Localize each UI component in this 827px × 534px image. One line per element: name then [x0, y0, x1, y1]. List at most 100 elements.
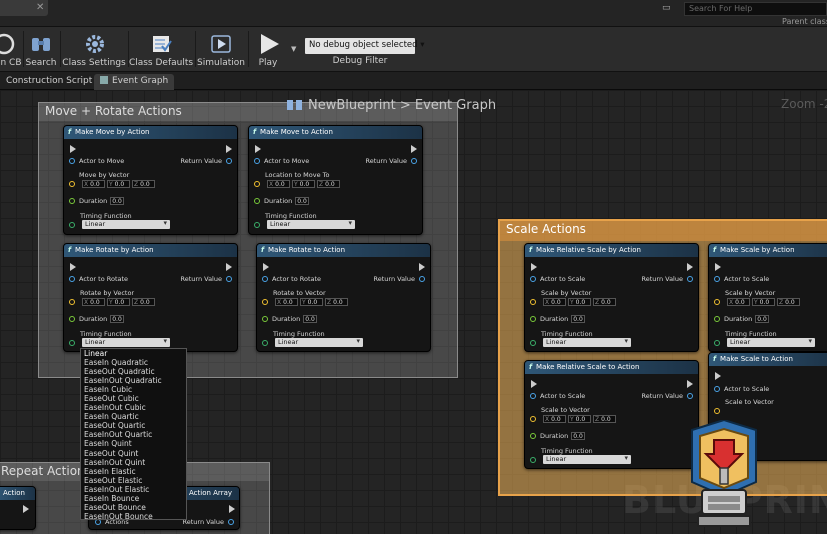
- pin-return-value[interactable]: Return Value: [181, 275, 232, 283]
- node-make-relative-scale-by-action[interactable]: f Make Relative Scale by Action Actor to …: [524, 243, 699, 352]
- exec-in-pin[interactable]: [531, 380, 537, 388]
- vector-input[interactable]: X 0.0 Y 0.0 Z 0.0: [267, 180, 342, 188]
- vector-input[interactable]: X 0.0 Y 0.0 Z 0.0: [727, 298, 802, 306]
- exec-in-pin[interactable]: [255, 145, 261, 153]
- node-make-move-to-action[interactable]: f Make Move to Action Actor to Move Retur…: [248, 125, 423, 235]
- exec-out-pin[interactable]: [419, 263, 425, 271]
- timing-function-combo-open[interactable]: Linear: [82, 337, 170, 347]
- vector-y-field[interactable]: Y 0.0: [568, 415, 591, 423]
- tab-event-graph[interactable]: Event Graph: [94, 74, 175, 90]
- pin-actor-to-scale[interactable]: Actor to Scale: [530, 392, 585, 400]
- timing-function-combo[interactable]: Linear: [82, 219, 170, 229]
- exec-out-pin[interactable]: [687, 263, 693, 271]
- document-tab[interactable]: ✕: [0, 0, 48, 16]
- node-make-relative-scale-to-action[interactable]: f Make Relative Scale to Action Actor to …: [524, 360, 699, 469]
- vector-x-field[interactable]: X 0.0: [727, 298, 750, 306]
- pin-return-value[interactable]: Return Value: [183, 518, 234, 526]
- vector-x-field[interactable]: X 0.0: [267, 180, 290, 188]
- vector-x-field[interactable]: X 0.0: [82, 298, 105, 306]
- timing-option[interactable]: EaseOut Bounce: [81, 503, 186, 512]
- node-make-scale-by-action[interactable]: f Make Scale by Action Actor to Scale Sca…: [708, 243, 827, 352]
- timing-function-combo[interactable]: Linear: [543, 454, 631, 464]
- timing-option[interactable]: Linear: [81, 349, 186, 358]
- close-icon[interactable]: ✕: [36, 2, 44, 13]
- node-make-rotate-by-action[interactable]: f Make Rotate by Action Actor to Rotate R…: [63, 243, 238, 352]
- vector-z-field[interactable]: Z 0.0: [325, 298, 348, 306]
- class-defaults-button[interactable]: Class Defaults: [129, 27, 193, 72]
- timing-option[interactable]: EaseInOut Quint: [81, 458, 186, 467]
- pin-duration[interactable]: Duration 0.0: [530, 315, 586, 323]
- vector-y-field[interactable]: Y 0.0: [292, 180, 315, 188]
- duration-field[interactable]: 0.0: [571, 315, 586, 323]
- exec-out-pin[interactable]: [23, 505, 29, 513]
- vector-input[interactable]: X 0.0 Y 0.0 Z 0.0: [543, 298, 618, 306]
- vector-input[interactable]: X 0.0 Y 0.0 Z 0.0: [82, 180, 157, 188]
- timing-option[interactable]: EaseIn Quadratic: [81, 358, 186, 367]
- tab-construction-script[interactable]: Construction Script: [0, 74, 98, 90]
- pin-actor-to-rotate[interactable]: Actor to Rotate: [69, 275, 128, 283]
- vector-y-field[interactable]: Y 0.0: [107, 180, 130, 188]
- exec-out-pin[interactable]: [687, 380, 693, 388]
- pin-return-value[interactable]: Return Value: [374, 275, 425, 283]
- search-button[interactable]: Search: [26, 27, 56, 72]
- pin-actor-to-move[interactable]: Actor to Move: [254, 157, 309, 165]
- vector-z-field[interactable]: Z 0.0: [593, 298, 616, 306]
- timing-option[interactable]: EaseInOut Quartic: [81, 430, 186, 439]
- event-graph-canvas[interactable]: BLUEPRINT Move + Rotate Actions Scale Ac…: [0, 90, 827, 534]
- pin-actor-to-scale[interactable]: Actor to Scale: [714, 275, 769, 283]
- vector-input[interactable]: X 0.0 Y 0.0 Z 0.0: [275, 298, 350, 306]
- vector-x-field[interactable]: X 0.0: [543, 415, 566, 423]
- vector-z-field[interactable]: Z 0.0: [777, 298, 800, 306]
- vector-x-field[interactable]: X 0.0: [543, 298, 566, 306]
- vector-input[interactable]: X 0.0 Y 0.0 Z 0.0: [543, 415, 618, 423]
- timing-option[interactable]: EaseIn Elastic: [81, 467, 186, 476]
- exec-out-pin[interactable]: [229, 505, 235, 513]
- node-make-move-by-action[interactable]: f Make Move by Action Actor to Move Retur…: [63, 125, 238, 235]
- vector-z-field[interactable]: Z 0.0: [132, 180, 155, 188]
- pin-actor-to-rotate[interactable]: Actor to Rotate: [262, 275, 321, 283]
- debug-object-select[interactable]: No debug object selected ▾: [305, 38, 425, 54]
- timing-option[interactable]: EaseOut Cubic: [81, 394, 186, 403]
- timing-option[interactable]: EaseInOut Elastic: [81, 485, 186, 494]
- timing-option[interactable]: EaseIn Bounce: [81, 494, 186, 503]
- class-settings-button[interactable]: Class Settings: [62, 27, 126, 72]
- pin-actor-to-scale[interactable]: Actor to Scale: [530, 275, 585, 283]
- play-options-chevron-icon[interactable]: ▼: [291, 45, 296, 53]
- node-action-partial[interactable]: Action: [0, 486, 36, 530]
- pin-return-value[interactable]: Return Value: [181, 157, 232, 165]
- play-button[interactable]: Play: [252, 27, 284, 72]
- exec-in-pin[interactable]: [263, 263, 269, 271]
- vector-y-field[interactable]: Y 0.0: [300, 298, 323, 306]
- timing-option[interactable]: EaseOut Quadratic: [81, 367, 186, 376]
- pin-duration[interactable]: Duration 0.0: [254, 197, 310, 205]
- simulation-button[interactable]: Simulation: [197, 27, 245, 72]
- timing-option[interactable]: EaseInOut Quadratic: [81, 376, 186, 385]
- duration-field[interactable]: 0.0: [571, 432, 586, 440]
- pin-duration[interactable]: Duration 0.0: [262, 315, 318, 323]
- pin-duration[interactable]: Duration 0.0: [69, 197, 125, 205]
- vector-y-field[interactable]: Y 0.0: [568, 298, 591, 306]
- timing-option[interactable]: EaseIn Quartic: [81, 412, 186, 421]
- node-make-rotate-to-action[interactable]: f Make Rotate to Action Actor to Rotate R…: [256, 243, 431, 352]
- vector-x-field[interactable]: X 0.0: [275, 298, 298, 306]
- vector-input[interactable]: X 0.0 Y 0.0 Z 0.0: [82, 298, 157, 306]
- timing-option[interactable]: EaseOut Quartic: [81, 421, 186, 430]
- timing-function-dropdown-list[interactable]: Linear EaseIn Quadratic EaseOut Quadrati…: [80, 348, 187, 521]
- exec-in-pin[interactable]: [715, 372, 721, 380]
- pin-return-value[interactable]: Return Value: [642, 275, 693, 283]
- timing-option[interactable]: EaseIn Quint: [81, 439, 186, 448]
- timing-function-combo[interactable]: Linear: [543, 337, 631, 347]
- duration-field[interactable]: 0.0: [295, 197, 310, 205]
- duration-field[interactable]: 0.0: [110, 197, 125, 205]
- exec-in-pin[interactable]: [70, 145, 76, 153]
- compile-button[interactable]: n CB: [0, 27, 22, 72]
- pin-return-value[interactable]: Return Value: [642, 392, 693, 400]
- timing-function-combo[interactable]: Linear: [267, 219, 355, 229]
- vector-z-field[interactable]: Z 0.0: [132, 298, 155, 306]
- vector-y-field[interactable]: Y 0.0: [752, 298, 775, 306]
- timing-option[interactable]: EaseOut Quint: [81, 449, 186, 458]
- duration-field[interactable]: 0.0: [110, 315, 125, 323]
- breadcrumb-root[interactable]: NewBlueprint: [308, 98, 396, 113]
- pin-duration[interactable]: Duration 0.0: [69, 315, 125, 323]
- pin-move-by-vector[interactable]: Move by Vector: [69, 171, 129, 179]
